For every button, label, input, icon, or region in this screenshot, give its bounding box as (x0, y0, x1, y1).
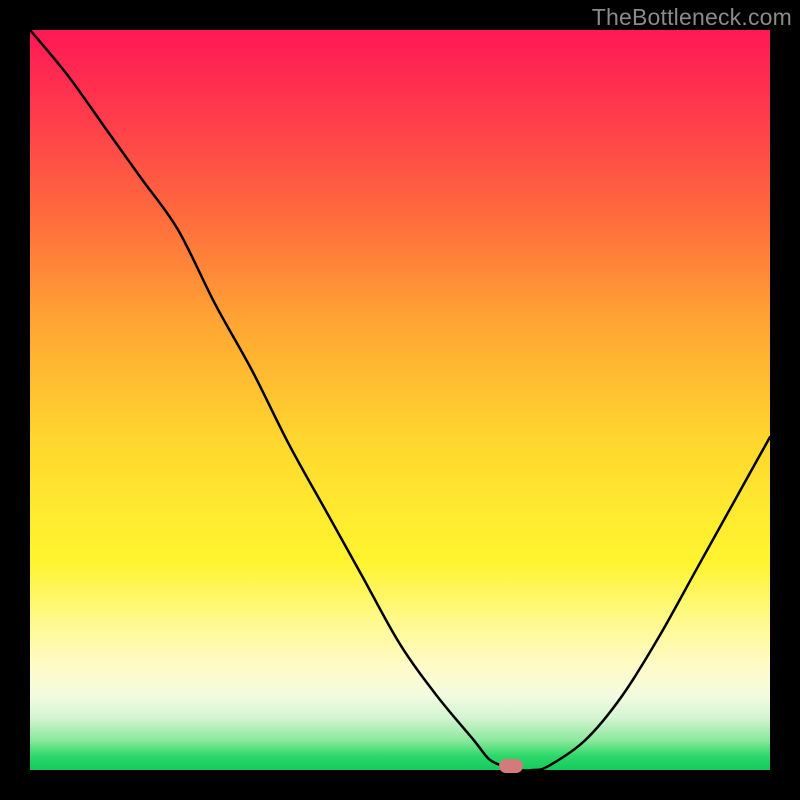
bottleneck-curve (30, 30, 770, 770)
optimal-marker (499, 759, 523, 773)
plot-area (30, 30, 770, 770)
watermark-label: TheBottleneck.com (592, 4, 792, 31)
chart-container: TheBottleneck.com (0, 0, 800, 800)
